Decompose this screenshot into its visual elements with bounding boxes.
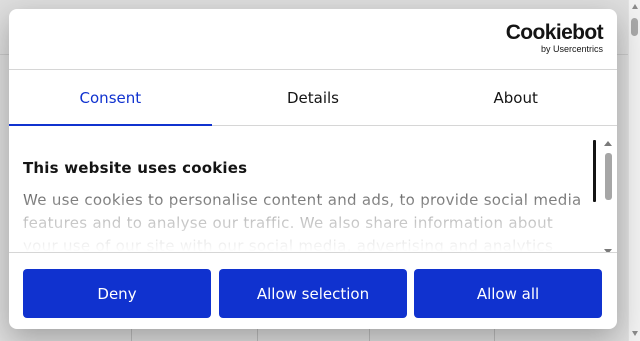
page-scrollbar-thumb[interactable]: [631, 18, 638, 36]
allow-selection-button[interactable]: Allow selection: [219, 269, 407, 318]
scroll-up-arrow-icon[interactable]: [632, 4, 638, 9]
deny-button[interactable]: Deny: [23, 269, 211, 318]
scroll-down-arrow-icon[interactable]: [632, 331, 638, 336]
scroll-indicator-bar: [593, 140, 596, 202]
dialog-footer: Deny Allow selection Allow all: [9, 252, 617, 329]
dialog-header: Cookiebot by Usercentrics: [9, 9, 617, 70]
tab-label: About: [493, 88, 538, 107]
tab-label: Consent: [79, 88, 142, 107]
cookie-consent-dialog: Cookiebot by Usercentrics Consent Detail…: [9, 9, 617, 329]
content-body: We use cookies to personalise content an…: [23, 191, 582, 252]
tab-about[interactable]: About: [414, 70, 617, 125]
brand-subtitle: by Usercentrics: [540, 44, 603, 54]
content-title: This website uses cookies: [23, 159, 248, 177]
page-scrollbar[interactable]: [628, 0, 640, 341]
consent-content[interactable]: This website uses cookies We use cookies…: [9, 126, 617, 252]
cookiebot-logo: Cookiebot by Usercentrics: [505, 21, 604, 55]
tab-label: Details: [287, 88, 340, 107]
brand-name: Cookiebot: [505, 21, 604, 44]
allow-all-button[interactable]: Allow all: [414, 269, 602, 318]
tab-details[interactable]: Details: [212, 70, 415, 125]
scroll-up-arrow-icon[interactable]: [604, 141, 612, 146]
content-scrollbar[interactable]: [602, 137, 614, 252]
consent-tabs: Consent Details About: [9, 70, 617, 126]
content-scrollbar-thumb[interactable]: [605, 153, 612, 200]
tab-consent[interactable]: Consent: [9, 70, 212, 126]
